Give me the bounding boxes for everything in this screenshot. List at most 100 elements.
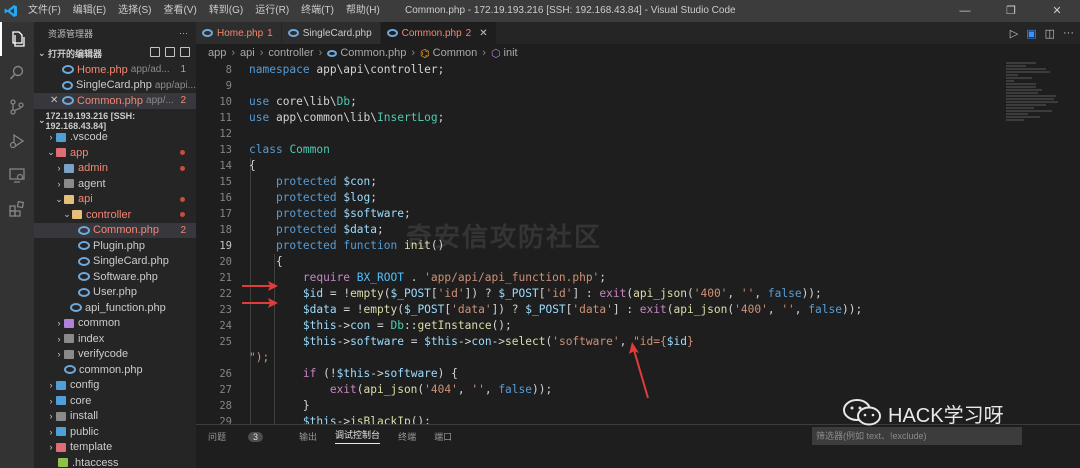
- breadcrumb-item[interactable]: Common: [433, 47, 478, 59]
- tree-folder[interactable]: ⌄ api: [34, 192, 196, 208]
- tree-file[interactable]: .htaccess: [34, 455, 196, 468]
- open-editors-section[interactable]: ⌄ 打开的编辑器: [34, 44, 196, 62]
- tab-singlecard[interactable]: SingleCard.php: [281, 22, 381, 44]
- php-file-icon: [327, 49, 338, 57]
- tree-file[interactable]: common.php: [34, 362, 196, 378]
- tree-folder[interactable]: ⌄ app: [34, 145, 196, 161]
- tree-label: common: [78, 317, 121, 330]
- more-actions-icon[interactable]: ···: [1063, 27, 1074, 39]
- remote-icon[interactable]: ▣: [1026, 27, 1036, 40]
- tree-file[interactable]: SingleCard.php: [34, 254, 196, 270]
- tree-file[interactable]: Plugin.php: [34, 238, 196, 254]
- line-number: [196, 350, 232, 366]
- tree-folder[interactable]: › common: [34, 316, 196, 332]
- menu-edit[interactable]: 编辑(E): [67, 0, 112, 22]
- chevron-down-icon: ⌄: [47, 147, 55, 158]
- breadcrumb-item[interactable]: api: [240, 47, 255, 59]
- explorer-icon[interactable]: [0, 22, 34, 56]
- code-line: $id = !empty($_POST['id']) ? $_POST['id'…: [302, 287, 822, 300]
- code-editor[interactable]: 8 9 10 11 12 13 14 15 16 17 18 19 20 21 22 23 24 25 26 27 28…: [196, 62, 1080, 424]
- tab-home[interactable]: Home.php 1: [196, 22, 282, 44]
- tree-file[interactable]: Common.php 2: [34, 222, 196, 238]
- tree-file[interactable]: User.php: [34, 285, 196, 301]
- tree-folder[interactable]: › template: [34, 440, 196, 456]
- menu-run[interactable]: 运行(R): [249, 0, 295, 22]
- save-all-icon[interactable]: [165, 47, 175, 57]
- tree-folder[interactable]: › public: [34, 424, 196, 440]
- extensions-icon[interactable]: [0, 192, 34, 226]
- split-editor-icon[interactable]: ◫: [1045, 27, 1055, 40]
- line-number: 10: [219, 96, 232, 108]
- tree-folder[interactable]: › verifycode: [34, 347, 196, 363]
- source-control-icon[interactable]: [0, 90, 34, 124]
- tree-label: template: [70, 441, 113, 454]
- menu-view[interactable]: 查看(V): [157, 0, 202, 22]
- tab-common[interactable]: Common.php 2 ✕: [380, 22, 497, 44]
- remote-explorer-icon[interactable]: [0, 158, 34, 192]
- tab-debug-console[interactable]: 调试控制台: [335, 428, 381, 444]
- tree-folder[interactable]: › .vscode: [34, 130, 196, 146]
- line-number: 29: [219, 416, 232, 424]
- menu-selection[interactable]: 选择(S): [112, 0, 157, 22]
- open-editor-path: app/ad...: [130, 64, 170, 76]
- tab-terminal[interactable]: 终端: [398, 430, 416, 443]
- tree-folder[interactable]: ⌄ controller: [34, 207, 196, 223]
- line-number: 12: [219, 128, 232, 140]
- menu-terminal[interactable]: 终端(T): [295, 0, 340, 22]
- tree-folder[interactable]: › agent: [34, 176, 196, 192]
- menu-go[interactable]: 转到(G): [203, 0, 249, 22]
- breadcrumb-item[interactable]: Common.php: [340, 47, 406, 59]
- close-all-icon[interactable]: [180, 47, 190, 57]
- tree-file[interactable]: Software.php: [34, 269, 196, 285]
- tree-folder[interactable]: › index: [34, 331, 196, 347]
- folder-icon: [56, 132, 66, 142]
- restore-button[interactable]: ❐: [988, 0, 1034, 22]
- close-icon[interactable]: ✕: [479, 28, 487, 39]
- run-debug-icon[interactable]: [0, 124, 34, 158]
- more-actions-icon[interactable]: ···: [179, 28, 188, 38]
- breadcrumb-item[interactable]: init: [504, 47, 518, 59]
- menu-help[interactable]: 帮助(H): [340, 0, 386, 22]
- minimize-button[interactable]: —: [942, 0, 988, 22]
- menu-file[interactable]: 文件(F): [22, 0, 67, 22]
- breadcrumb-item[interactable]: controller: [268, 47, 313, 59]
- open-editor-item[interactable]: ✕ Common.php app/... 2: [34, 93, 196, 109]
- tree-file[interactable]: api_function.php: [34, 300, 196, 316]
- line-number: 21: [219, 272, 232, 284]
- tree-label: verifycode: [78, 348, 129, 361]
- minimap[interactable]: [1006, 62, 1066, 172]
- code-line: protected $con;: [275, 175, 378, 188]
- open-editor-item[interactable]: SingleCard.php app/api...: [34, 78, 196, 94]
- chevron-right-icon: ›: [49, 426, 53, 437]
- open-editor-item[interactable]: Home.php app/ad... 1: [34, 62, 196, 78]
- close-button[interactable]: ✕: [1034, 0, 1080, 22]
- workspace-section[interactable]: ⌄ 172.19.193.216 [SSH: 192.168.43.84]: [34, 111, 196, 131]
- close-icon[interactable]: ✕: [50, 95, 62, 106]
- run-icon[interactable]: ▷: [1010, 27, 1018, 40]
- title-bar: 文件(F) 编辑(E) 选择(S) 查看(V) 转到(G) 运行(R) 终端(T…: [0, 0, 1080, 22]
- wechat-icon: [843, 399, 881, 426]
- code-line: $this->software = $this->con->select('so…: [302, 335, 694, 348]
- php-file-icon: [78, 256, 90, 266]
- tree-folder[interactable]: › config: [34, 378, 196, 394]
- tab-problems[interactable]: 问题 3: [208, 430, 281, 443]
- tree-folder[interactable]: › core: [34, 393, 196, 409]
- tree-label: api: [78, 193, 93, 206]
- tree-folder[interactable]: › install: [34, 409, 196, 425]
- code-line: {: [249, 159, 256, 172]
- tab-label: Home.php: [217, 27, 264, 39]
- code-line: $this->con = Db::getInstance();: [302, 319, 512, 332]
- tree-label: .vscode: [70, 131, 108, 144]
- wechat-account-name: HACK学习呀: [888, 404, 1004, 427]
- folder-icon: [56, 427, 66, 437]
- line-number: 25: [219, 336, 232, 348]
- new-file-icon[interactable]: [150, 47, 160, 57]
- search-icon[interactable]: [0, 56, 34, 90]
- tab-ports[interactable]: 端口: [434, 430, 452, 443]
- tree-folder[interactable]: › admin: [34, 161, 196, 177]
- filter-input[interactable]: 筛选器(例如 text、!exclude): [812, 427, 1022, 445]
- breadcrumb-item[interactable]: app: [208, 47, 226, 59]
- tree-label: Plugin.php: [93, 239, 145, 252]
- tab-output[interactable]: 输出: [299, 430, 317, 443]
- line-number: 20: [219, 256, 232, 268]
